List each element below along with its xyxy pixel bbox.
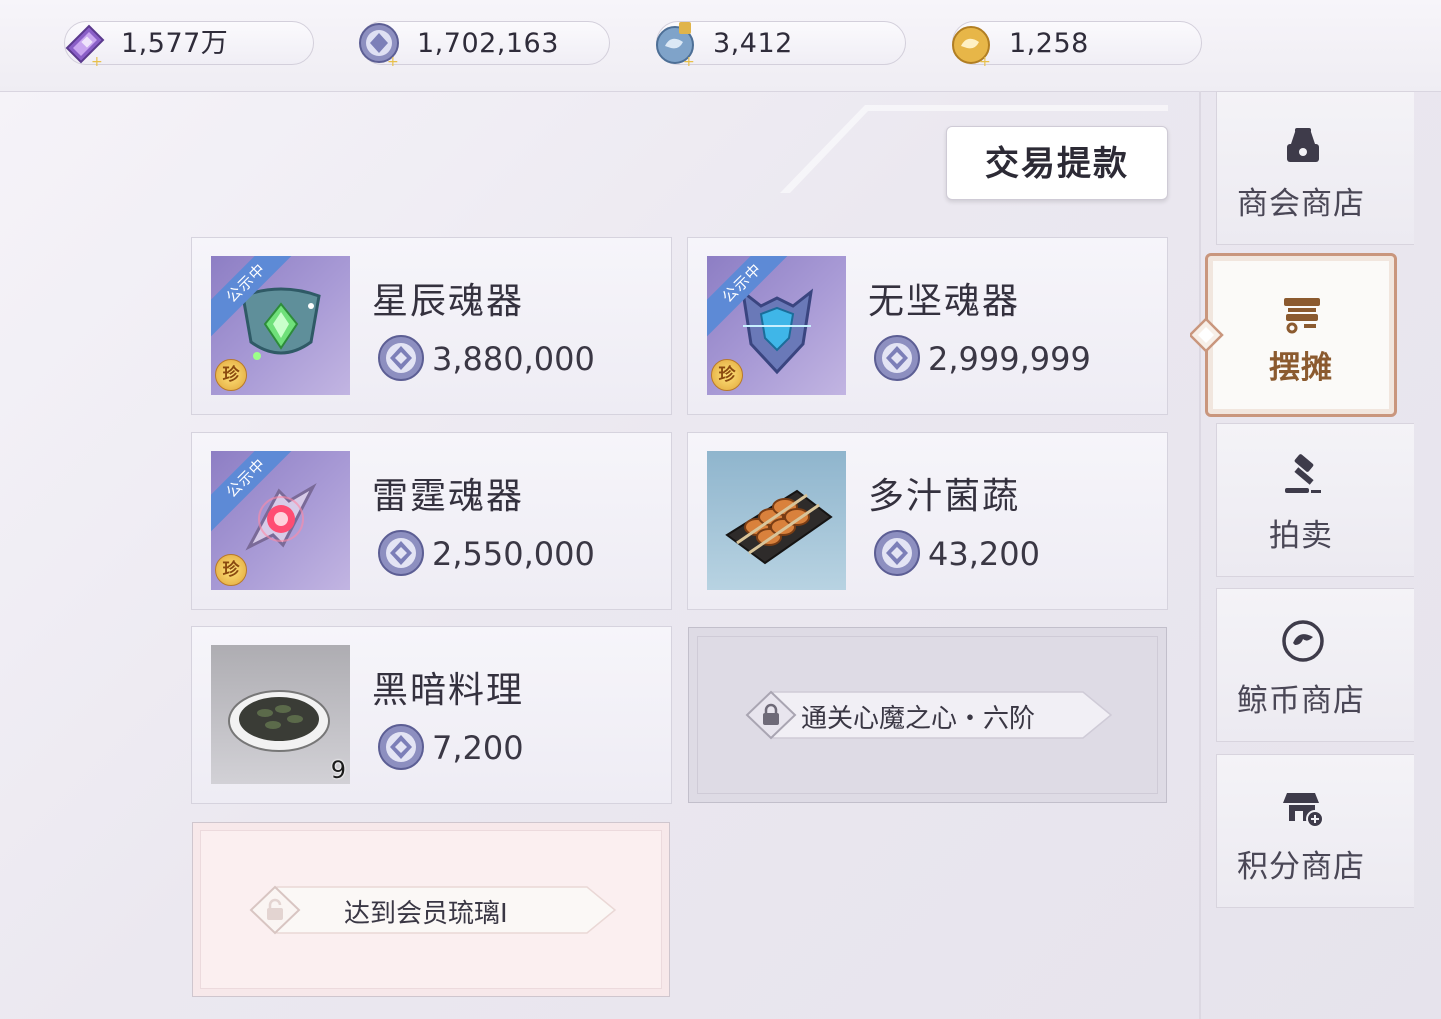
item-name: 黑暗料理 (372, 670, 525, 711)
auction-gavel-icon (1285, 454, 1321, 493)
listing-card[interactable]: 9 黑暗料理 7,200 (191, 626, 672, 804)
points-shop-icon (1283, 793, 1324, 828)
unlock-condition-text: 通关心魔之心・六阶 (801, 704, 1036, 734)
item-name: 多汁菌蔬 (868, 476, 1021, 517)
nav-tab-whale-coin-shop[interactable]: 鲸币商店 (1216, 588, 1414, 742)
nav-tab-guild-shop[interactable]: 商会商店 (1216, 91, 1414, 245)
item-thumbnail: 9 (211, 645, 350, 784)
silver-coin-icon: + (359, 23, 399, 68)
listing-card[interactable]: 公示中 珍 无坚魂器 2,999,999 (687, 237, 1168, 415)
unlock-condition-banner: 通关心魔之心・六阶 (743, 686, 1113, 744)
currency-bar: + 1,577万 + 1,702,163 + 3,412 + 1,258 (0, 0, 1441, 92)
silver-coin-icon (874, 530, 920, 576)
svg-text:+: + (91, 54, 103, 68)
silver-coin-icon (378, 335, 424, 381)
guild-shop-icon (1287, 128, 1319, 162)
silver-coin-icon (378, 530, 424, 576)
item-thumbnail: 公示中 珍 (211, 256, 350, 395)
currency-value: 1,258 (1009, 28, 1089, 59)
item-price: 43,200 (928, 535, 1040, 573)
currency-whale[interactable]: + 1,258 (952, 21, 1202, 68)
item-name: 雷霆魂器 (372, 476, 525, 517)
svg-text:+: + (387, 54, 399, 68)
rare-badge: 珍 (215, 359, 247, 391)
item-price: 3,880,000 (432, 340, 595, 378)
nav-label: 摆摊 (1269, 350, 1333, 386)
rare-badge: 珍 (215, 554, 247, 586)
whale-coin-shop-icon (1282, 620, 1324, 662)
nav-label: 积分商店 (1237, 849, 1365, 885)
mushroom-skewer-icon (725, 489, 833, 565)
item-price: 2,999,999 (928, 340, 1091, 378)
whale-coin-icon: + (952, 26, 991, 68)
rare-badge: 珍 (711, 359, 743, 391)
item-name: 无坚魂器 (868, 281, 1021, 322)
nav-label: 商会商店 (1237, 186, 1365, 222)
silver-coin-icon (874, 335, 920, 381)
nav-tab-points-shop[interactable]: 积分商店 (1216, 754, 1414, 908)
currency-bound-whale[interactable]: + 3,412 (656, 21, 906, 68)
bound-whale-coin-icon: + (656, 22, 695, 68)
currency-value: 3,412 (713, 28, 793, 59)
withdraw-button[interactable]: 交易提款 (946, 126, 1168, 200)
nav-label: 鲸币商店 (1237, 683, 1365, 719)
item-thumbnail: 公示中 珍 (707, 256, 846, 395)
listing-card[interactable]: 公示中 珍 雷霆魂器 2,550,000 (191, 432, 672, 610)
lock-icon (763, 703, 779, 725)
stall-icon (1284, 298, 1320, 334)
active-tab-pointer-icon (1190, 317, 1224, 353)
listing-card[interactable]: 多汁菌蔬 43,200 (687, 432, 1168, 610)
currency-value: 1,702,163 (417, 28, 559, 59)
crystal-ticket-icon: + (65, 24, 105, 68)
unlock-icon (267, 898, 283, 920)
nav-tab-auction[interactable]: 拍卖 (1216, 423, 1414, 577)
item-name: 星辰魂器 (372, 281, 525, 322)
locked-slot[interactable]: 达到会员琉璃I (192, 822, 670, 997)
silver-coin-icon (378, 724, 424, 770)
nav-tab-stall[interactable]: 摆摊 (1205, 253, 1397, 417)
item-thumbnail (707, 451, 846, 590)
locked-slot[interactable]: 通关心魔之心・六阶 (688, 627, 1167, 803)
item-price: 7,200 (432, 729, 524, 767)
currency-value: 1,577万 (121, 28, 229, 59)
currency-silver[interactable]: + 1,702,163 (359, 21, 610, 68)
item-quantity: 9 (330, 756, 346, 784)
item-thumbnail: 公示中 珍 (211, 451, 350, 590)
unlock-condition-text: 达到会员琉璃I (344, 899, 508, 929)
item-price: 2,550,000 (432, 535, 595, 573)
listing-card[interactable]: 公示中 珍 星辰魂器 3,880,000 (191, 237, 672, 415)
nav-label: 拍卖 (1269, 518, 1333, 554)
unlock-condition-banner: 达到会员琉璃I (247, 881, 617, 939)
currency-crystal[interactable]: + 1,577万 (64, 21, 314, 68)
nav-divider (1199, 91, 1201, 1019)
dark-dish-icon (228, 690, 330, 752)
svg-text:+: + (683, 54, 695, 68)
svg-text:+: + (979, 54, 991, 68)
